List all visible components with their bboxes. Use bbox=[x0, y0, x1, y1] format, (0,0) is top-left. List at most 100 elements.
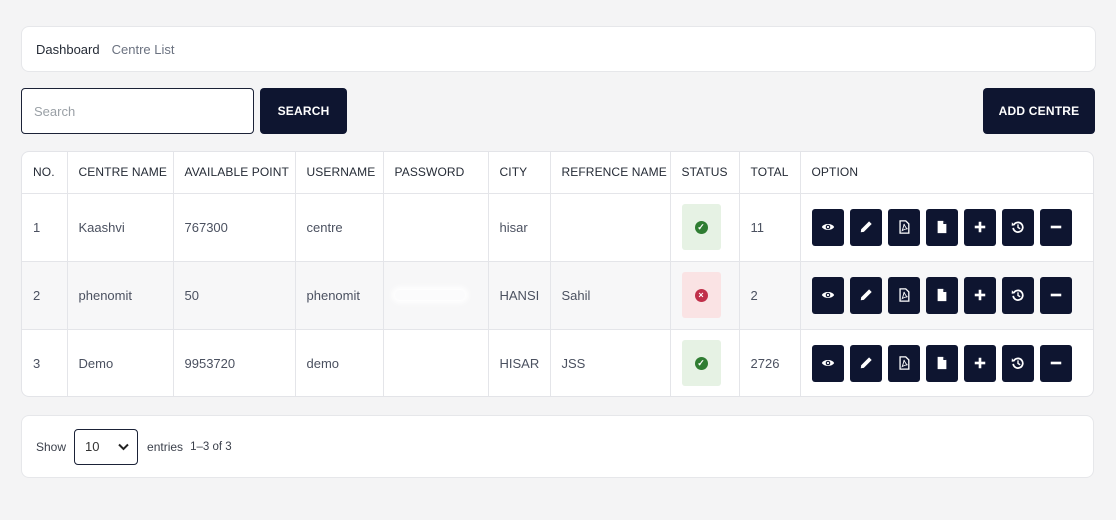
header-total: TOTAL bbox=[739, 152, 801, 194]
history-icon bbox=[1011, 356, 1025, 370]
status-toggle[interactable]: ✓ bbox=[681, 340, 721, 387]
cell-options bbox=[800, 261, 1094, 330]
entries-label: entries bbox=[147, 439, 184, 454]
header-centre-name: CENTRE NAME bbox=[67, 152, 174, 194]
eye-button[interactable] bbox=[811, 276, 844, 314]
table-row: 3 Demo 9953720 demo HISAR JSS ✓ 2726 bbox=[22, 329, 1094, 396]
pencil-icon bbox=[859, 220, 873, 234]
table-body: 1 Kaashvi 767300 centre hisar ✓ 11 2 phenomit 50 p… bbox=[22, 193, 1094, 396]
cell-total: 11 bbox=[739, 193, 801, 262]
document-icon bbox=[935, 288, 949, 302]
history-button[interactable] bbox=[1001, 276, 1034, 314]
page-size-value: 10 bbox=[85, 439, 100, 454]
cell-password bbox=[383, 193, 489, 262]
header-password: PASSWORD bbox=[383, 152, 489, 194]
document-icon bbox=[935, 356, 949, 370]
pdf-icon bbox=[897, 288, 911, 302]
cell-city: HANSI bbox=[488, 261, 551, 330]
eye-icon bbox=[821, 288, 835, 302]
centre-table-card: NO. CENTRE NAME AVAILABLE POINT USERNAME… bbox=[21, 151, 1094, 397]
header-username: USERNAME bbox=[295, 152, 384, 194]
password-redaction bbox=[394, 289, 465, 300]
status-toggle[interactable]: ✓ bbox=[681, 204, 721, 250]
cell-available-point: 767300 bbox=[173, 193, 296, 262]
cell-no: 3 bbox=[22, 329, 68, 396]
table-header-row: NO. CENTRE NAME AVAILABLE POINT USERNAME… bbox=[22, 152, 1093, 194]
pencil-button[interactable] bbox=[849, 344, 882, 382]
history-icon bbox=[1011, 220, 1025, 234]
cell-options bbox=[800, 329, 1094, 396]
header-city: CITY bbox=[488, 152, 551, 194]
plus-button[interactable] bbox=[963, 344, 996, 382]
pdf-button[interactable] bbox=[887, 276, 920, 314]
pdf-button[interactable] bbox=[887, 344, 920, 382]
plus-icon bbox=[973, 356, 987, 370]
add-centre-button[interactable]: ADD CENTRE bbox=[983, 88, 1095, 134]
pencil-icon bbox=[859, 288, 873, 302]
cell-no: 1 bbox=[22, 193, 68, 262]
x-circle-icon: × bbox=[694, 288, 708, 302]
plus-button[interactable] bbox=[963, 276, 996, 314]
cell-status: × bbox=[670, 261, 740, 330]
row-actions bbox=[811, 208, 1094, 246]
cell-reference-name: JSS bbox=[550, 329, 671, 396]
breadcrumb-current: Centre List bbox=[111, 41, 175, 57]
status-toggle[interactable]: × bbox=[681, 272, 721, 318]
cell-reference-name: Sahil bbox=[550, 261, 671, 330]
cell-username: demo bbox=[295, 329, 384, 396]
cell-centre-name: Kaashvi bbox=[67, 193, 174, 262]
history-button[interactable] bbox=[1001, 344, 1034, 382]
plus-icon bbox=[973, 288, 987, 302]
cell-available-point: 9953720 bbox=[173, 329, 296, 396]
breadcrumb: Dashboard Centre List bbox=[21, 26, 1096, 72]
pencil-button[interactable] bbox=[849, 208, 882, 246]
minus-button[interactable] bbox=[1039, 208, 1072, 246]
cell-options bbox=[800, 193, 1094, 262]
cell-centre-name: Demo bbox=[67, 329, 174, 396]
cell-password bbox=[383, 261, 489, 330]
cell-status: ✓ bbox=[670, 193, 740, 262]
check-circle-icon: ✓ bbox=[694, 356, 708, 370]
pdf-button[interactable] bbox=[887, 208, 920, 246]
header-reference-name: REFRENCE NAME bbox=[550, 152, 671, 194]
cell-no: 2 bbox=[22, 261, 68, 330]
eye-button[interactable] bbox=[811, 344, 844, 382]
minus-icon bbox=[1049, 356, 1063, 370]
pencil-button[interactable] bbox=[849, 276, 882, 314]
search-button[interactable]: SEARCH bbox=[260, 88, 347, 134]
cell-centre-name: phenomit bbox=[67, 261, 174, 330]
document-button[interactable] bbox=[925, 344, 958, 382]
header-no: NO. bbox=[22, 152, 68, 194]
plus-icon bbox=[973, 220, 987, 234]
show-label: Show bbox=[36, 439, 67, 454]
document-button[interactable] bbox=[925, 276, 958, 314]
entries-range: 1–3 of 3 bbox=[190, 440, 232, 453]
centre-table: NO. CENTRE NAME AVAILABLE POINT USERNAME… bbox=[22, 152, 1094, 396]
table-row: 2 phenomit 50 phenomit HANSI Sahil × 2 bbox=[22, 261, 1094, 330]
header-option: OPTION bbox=[800, 152, 1093, 194]
history-icon bbox=[1011, 288, 1025, 302]
pencil-icon bbox=[859, 356, 873, 370]
check-circle-icon: ✓ bbox=[694, 220, 708, 234]
cell-username: centre bbox=[295, 193, 384, 262]
cell-status: ✓ bbox=[670, 329, 740, 396]
cell-total: 2726 bbox=[739, 329, 801, 396]
minus-button[interactable] bbox=[1039, 344, 1072, 382]
row-actions bbox=[811, 344, 1094, 382]
document-icon bbox=[935, 220, 949, 234]
document-button[interactable] bbox=[925, 208, 958, 246]
eye-button[interactable] bbox=[811, 208, 844, 246]
cell-total: 2 bbox=[739, 261, 801, 330]
cell-username: phenomit bbox=[295, 261, 384, 330]
table-row: 1 Kaashvi 767300 centre hisar ✓ 11 bbox=[22, 193, 1094, 262]
search-input[interactable] bbox=[21, 88, 254, 134]
eye-icon bbox=[821, 356, 835, 370]
history-button[interactable] bbox=[1001, 208, 1034, 246]
plus-button[interactable] bbox=[963, 208, 996, 246]
breadcrumb-dashboard-link[interactable]: Dashboard bbox=[36, 42, 100, 57]
pdf-icon bbox=[897, 356, 911, 371]
page-size-select[interactable]: 10 bbox=[74, 428, 139, 465]
row-actions bbox=[811, 276, 1094, 314]
minus-button[interactable] bbox=[1039, 276, 1072, 314]
pdf-icon bbox=[897, 220, 911, 234]
